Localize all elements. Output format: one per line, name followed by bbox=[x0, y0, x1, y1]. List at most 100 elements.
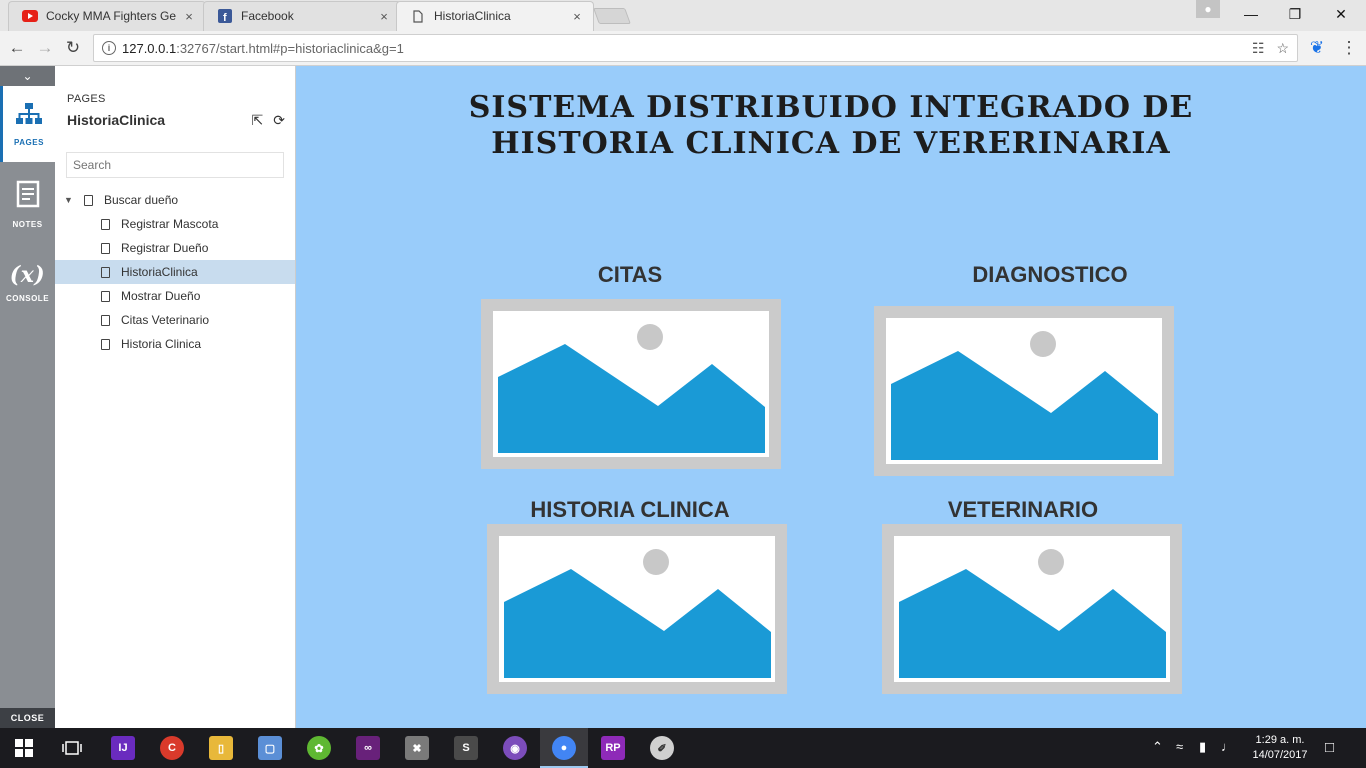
tree-node-historiaclinica[interactable]: HistoriaClinica bbox=[55, 260, 295, 284]
user-profile-icon[interactable]: ● bbox=[1196, 0, 1220, 18]
youtube-icon bbox=[22, 8, 38, 24]
visual-studio-icon[interactable]: ∞ bbox=[356, 736, 380, 760]
facebook-icon: f bbox=[217, 8, 233, 24]
tile-label-diagnostico: DIAGNOSTICO bbox=[972, 262, 1128, 287]
system-clock[interactable]: 1:29 a. m. 14/07/2017 bbox=[1245, 733, 1315, 763]
tab-facebook[interactable]: f Facebook × bbox=[203, 1, 401, 31]
rail-notes-label: NOTES bbox=[12, 219, 43, 229]
rail-close-button[interactable]: CLOSE bbox=[0, 708, 55, 728]
page-icon bbox=[101, 338, 110, 350]
wifi-icon[interactable]: ≈ bbox=[1176, 739, 1183, 754]
image-placeholder-citas[interactable] bbox=[481, 299, 781, 469]
pages-panel: PAGES HistoriaClinica ⇱ ⟳ ▼ Buscar dueño… bbox=[55, 66, 296, 728]
address-bar[interactable]: i 127.0.0.1:32767/start.html#p=historiac… bbox=[93, 34, 1298, 62]
image-icon bbox=[894, 536, 1170, 682]
forward-arrow-icon[interactable]: → bbox=[34, 37, 56, 59]
page-icon bbox=[101, 242, 110, 254]
page-icon bbox=[101, 314, 110, 326]
extension-icon[interactable]: ❦ bbox=[1306, 37, 1328, 59]
reload-icon[interactable]: ↻ bbox=[62, 37, 84, 59]
image-placeholder-diagnostico[interactable] bbox=[874, 306, 1174, 476]
close-window-button[interactable]: ✕ bbox=[1318, 0, 1364, 28]
page-icon bbox=[101, 290, 110, 302]
notes-icon bbox=[16, 180, 40, 214]
translate-icon[interactable]: ☷ bbox=[1252, 40, 1265, 57]
panel-section-label: PAGES bbox=[67, 93, 106, 105]
image-icon bbox=[493, 311, 769, 457]
back-arrow-icon[interactable]: ← bbox=[6, 37, 28, 59]
tab-close-icon[interactable]: × bbox=[570, 9, 584, 24]
tab-title: Cocky MMA Fighters Get bbox=[46, 9, 176, 23]
svg-text:f: f bbox=[223, 12, 227, 23]
heading-line-1: SISTEMA DISTRIBUIDO INTEGRADO DE bbox=[468, 90, 1194, 125]
browser-menu-icon[interactable]: ⋮ bbox=[1338, 37, 1360, 59]
page-tree: ▼ Buscar dueño Registrar Mascota Registr… bbox=[55, 188, 295, 356]
rail-console-label: CONSOLE bbox=[5, 293, 50, 303]
rail-console-button[interactable]: (x) CONSOLE bbox=[0, 244, 55, 320]
windows-start-icon[interactable] bbox=[12, 736, 36, 760]
tab-close-icon[interactable]: × bbox=[377, 9, 391, 24]
tab-historiaclinica[interactable]: HistoriaClinica × bbox=[396, 1, 594, 31]
tree-node-label: Registrar Mascota bbox=[121, 217, 219, 231]
info-icon[interactable]: i bbox=[102, 41, 116, 55]
browser-toolbar: ← → ↻ i 127.0.0.1:32767/start.html#p=his… bbox=[0, 31, 1366, 66]
tab-youtube[interactable]: Cocky MMA Fighters Get × bbox=[8, 1, 206, 31]
battery-icon[interactable]: ▮ bbox=[1199, 739, 1206, 755]
tool-rail: ⌄ PAGES NOTES (x) CONSOLE CLOSE bbox=[0, 66, 55, 728]
rail-notes-button[interactable]: NOTES bbox=[0, 166, 55, 242]
browser-titlebar: Cocky MMA Fighters Get × f Facebook × Hi… bbox=[0, 0, 1366, 31]
tray-chevron-icon[interactable]: ⌃ bbox=[1152, 739, 1163, 755]
virtualbox-icon[interactable]: ▢ bbox=[258, 736, 282, 760]
image-placeholder-historia-clinica[interactable] bbox=[487, 524, 787, 694]
expand-caret-icon[interactable]: ▼ bbox=[64, 195, 73, 205]
tree-node-label: Buscar dueño bbox=[104, 193, 179, 207]
image-icon bbox=[886, 318, 1162, 464]
tree-node-buscar-dueno[interactable]: ▼ Buscar dueño bbox=[55, 188, 295, 212]
tools-icon[interactable]: ✖ bbox=[405, 736, 429, 760]
tree-node-citas-veterinario[interactable]: Citas Veterinario bbox=[55, 308, 295, 332]
add-page-icon[interactable]: ⟳ bbox=[273, 112, 285, 129]
task-view-icon[interactable] bbox=[60, 736, 84, 760]
intellij-icon[interactable]: IJ bbox=[111, 736, 135, 760]
notifications-icon[interactable]: □ bbox=[1325, 739, 1334, 756]
tree-node-historia-clinica[interactable]: Historia Clinica bbox=[55, 332, 295, 356]
tree-node-label: Mostrar Dueño bbox=[121, 289, 201, 303]
sitemap-icon bbox=[15, 102, 43, 132]
volume-icon[interactable]: ♩ bbox=[1221, 739, 1234, 754]
export-icon[interactable]: ⇱ bbox=[252, 112, 264, 129]
page-icon bbox=[410, 8, 426, 24]
url-host: 127.0.0.1 bbox=[122, 40, 177, 56]
spring-icon[interactable]: ✿ bbox=[307, 736, 331, 760]
tree-node-label: Registrar Dueño bbox=[121, 241, 209, 255]
pages-search-input[interactable] bbox=[66, 152, 284, 178]
collapse-chevron-icon[interactable]: ⌄ bbox=[0, 66, 55, 86]
tree-node-label: Historia Clinica bbox=[121, 337, 202, 351]
image-placeholder-veterinario[interactable] bbox=[882, 524, 1182, 694]
url-path: :32767/start.html#p=historiaclinica&g=1 bbox=[176, 40, 404, 56]
tree-node-mostrar-dueno[interactable]: Mostrar Dueño bbox=[55, 284, 295, 308]
maximize-button[interactable]: ❐ bbox=[1272, 0, 1318, 28]
page-icon bbox=[101, 266, 110, 278]
tile-label-veterinario: VETERINARIO bbox=[947, 497, 1099, 522]
sublime-text-icon[interactable]: S bbox=[454, 736, 478, 760]
axure-rp-icon[interactable]: RP bbox=[601, 736, 625, 760]
minimize-button[interactable]: — bbox=[1228, 0, 1274, 28]
tree-node-registrar-dueno[interactable]: Registrar Dueño bbox=[55, 236, 295, 260]
tab-title: Facebook bbox=[241, 9, 294, 23]
page-icon bbox=[101, 218, 110, 230]
new-tab-button[interactable] bbox=[593, 8, 631, 24]
heading-line-2: HISTORIA CLINICA DE VERERINARIA bbox=[491, 126, 1171, 161]
paint-icon[interactable]: ✐ bbox=[650, 736, 674, 760]
ccleaner-icon[interactable]: C bbox=[160, 736, 184, 760]
tab-close-icon[interactable]: × bbox=[182, 9, 196, 24]
tree-node-registrar-mascota[interactable]: Registrar Mascota bbox=[55, 212, 295, 236]
rail-pages-button[interactable]: PAGES bbox=[0, 86, 55, 162]
windows-taskbar: IJ C ▯ ▢ ✿ ∞ ✖ S ◉ ● RP ✐ ⌃ ≈ ▮ ♩ 1:29 a… bbox=[0, 728, 1366, 768]
tree-node-label: Citas Veterinario bbox=[121, 313, 210, 327]
rail-pages-label: PAGES bbox=[14, 137, 44, 147]
file-explorer-icon[interactable]: ▯ bbox=[209, 736, 233, 760]
github-desktop-icon[interactable]: ◉ bbox=[503, 736, 527, 760]
bookmark-star-icon[interactable]: ☆ bbox=[1276, 40, 1289, 57]
chrome-icon[interactable]: ● bbox=[552, 736, 576, 760]
clock-time: 1:29 a. m. bbox=[1255, 734, 1305, 746]
